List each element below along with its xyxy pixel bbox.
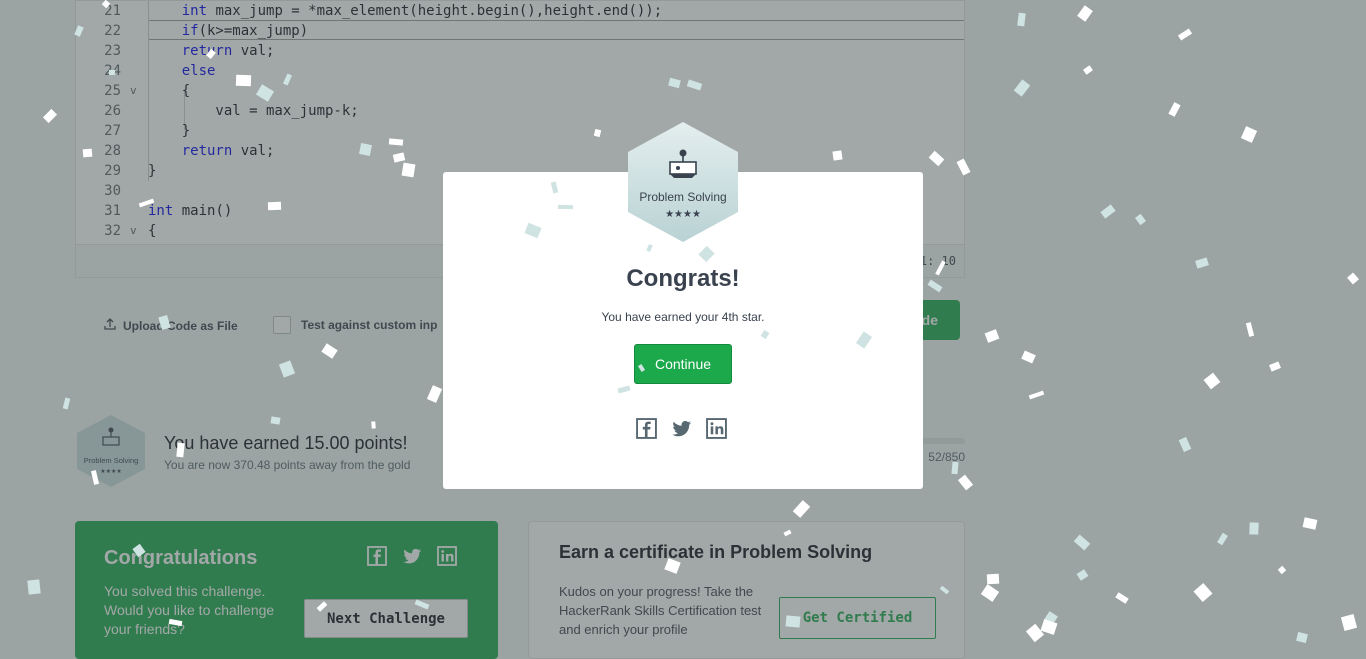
continue-label: Continue — [654, 356, 712, 372]
twitter-icon[interactable] — [671, 418, 692, 444]
modal-badge: Problem Solving ★★★★ — [625, 120, 741, 244]
linkedin-icon[interactable] — [706, 418, 727, 444]
modal-badge-stars: ★★★★ — [665, 209, 701, 220]
modal-share-icons — [636, 418, 727, 444]
modal-title: Congrats! — [626, 265, 740, 292]
modal-badge-label: Problem Solving — [639, 190, 726, 204]
modal-subtitle: You have earned your 4th star. — [601, 310, 765, 324]
continue-button[interactable]: Continue — [634, 344, 732, 384]
facebook-icon[interactable] — [636, 418, 657, 444]
